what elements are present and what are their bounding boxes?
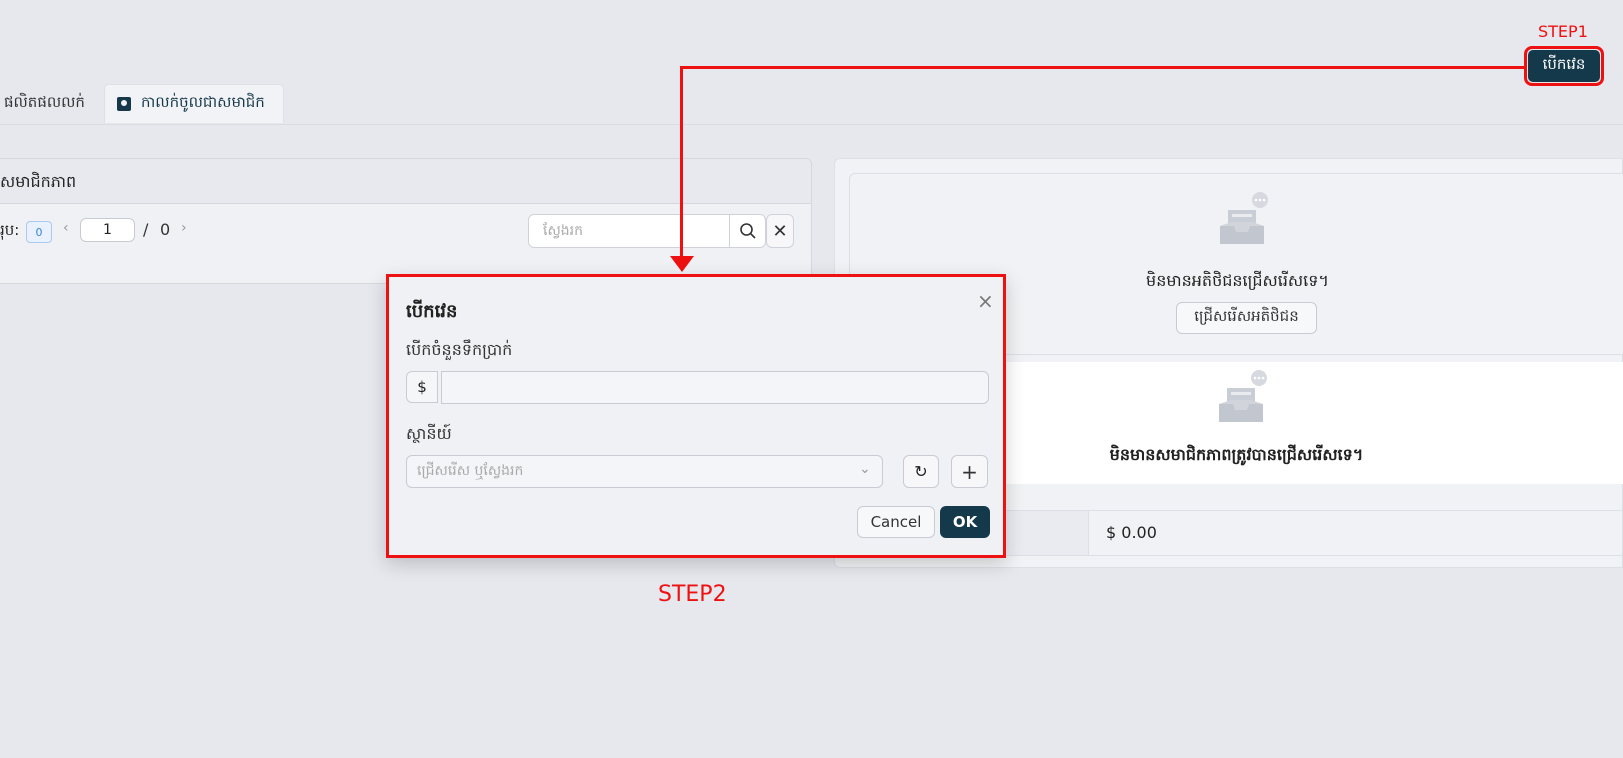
cancel-button[interactable]: Cancel — [857, 506, 935, 538]
station-select[interactable]: ជ្រើសរើស ឬស្វែងរក — [406, 455, 883, 488]
refresh-button[interactable]: ↻ — [903, 455, 939, 488]
empty-inbox-icon — [1220, 192, 1268, 244]
add-station-button[interactable]: + — [951, 455, 988, 488]
currency-prefix: $ — [406, 371, 438, 403]
search-icon — [739, 223, 756, 239]
prev-page-button[interactable]: ‹ — [63, 220, 69, 236]
search-button[interactable] — [729, 214, 766, 248]
open-shift-dialog: បើកវេន × បើកចំនួនទឹកប្រាក់ $ ស្ថានីយ៍ ជ្… — [386, 274, 1006, 558]
page-number-input[interactable]: 1 — [80, 218, 135, 242]
step2-annotation: STEP2 — [658, 582, 727, 607]
opening-amount-input[interactable] — [441, 371, 989, 404]
annotation-arrow-horizontal — [680, 66, 1526, 69]
opening-amount-label: បើកចំនួនទឹកប្រាក់ — [406, 340, 513, 359]
dialog-title: បើកវេន — [406, 301, 458, 322]
tab-products[interactable]: ផលិតផលលក់ — [0, 84, 100, 123]
membership-panel-header: សមាជិកភាព — [0, 159, 811, 204]
step1-annotation: STEP1 — [1538, 22, 1588, 41]
tab-membership-sale[interactable]: កាលក់ចូលជាសមាជិក — [104, 84, 284, 123]
chevron-down-icon: ⌄ — [859, 461, 871, 477]
annotation-arrow-head — [670, 256, 694, 272]
total-amount: $ 0.00 — [1106, 523, 1157, 542]
ok-button[interactable]: OK — [940, 506, 990, 538]
tab-membership-sale-label: កាលក់ចូលជាសមាជិក — [141, 93, 265, 111]
page-total: 0 — [160, 220, 171, 239]
total-count-label: រុប: — [0, 221, 20, 239]
membership-panel-title: សមាជិកភាព — [0, 172, 77, 191]
clear-search-button[interactable]: ✕ — [766, 214, 794, 248]
station-label: ស្ថានីយ៍ — [406, 424, 452, 443]
search-input[interactable]: ស្វែងរក — [528, 214, 730, 248]
tab-products-label: ផលិតផលលក់ — [4, 92, 85, 111]
contact-card-icon — [117, 97, 131, 111]
annotation-arrow-vertical — [680, 66, 683, 256]
tab-bar-divider — [0, 124, 1623, 125]
next-page-button[interactable]: › — [181, 220, 187, 236]
page-separator: / — [143, 220, 149, 239]
total-count-badge: 0 — [26, 221, 52, 243]
empty-inbox-icon — [1219, 370, 1267, 422]
close-icon[interactable]: × — [977, 289, 994, 313]
choose-customer-button[interactable]: ជ្រើសរើសអតិថិជន — [1176, 302, 1317, 334]
open-shift-button[interactable]: បើកវេន — [1528, 50, 1600, 82]
